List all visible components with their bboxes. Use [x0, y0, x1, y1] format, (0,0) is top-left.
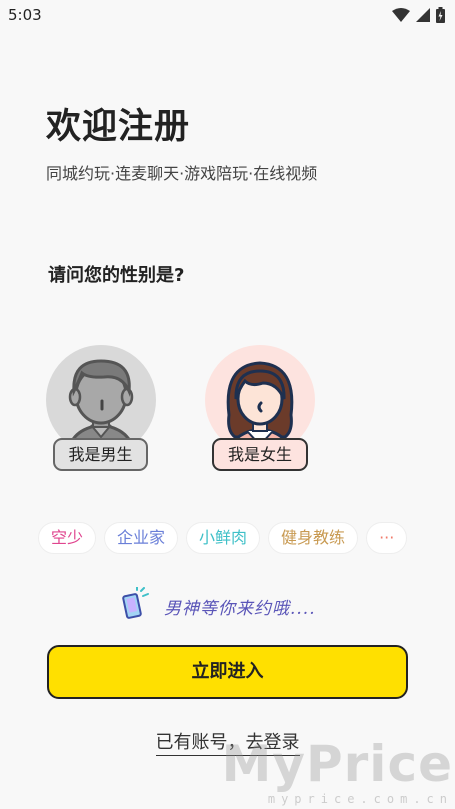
enter-button[interactable]: 立即进入: [47, 645, 408, 699]
tag-item[interactable]: 小鲜肉: [186, 522, 261, 554]
tag-item[interactable]: 企业家: [104, 522, 179, 554]
status-time: 5:03: [8, 6, 42, 24]
identity-tags: 空少 企业家 小鲜肉 健身教练 ···: [38, 522, 408, 554]
gender-option-female[interactable]: 我是女生: [205, 345, 315, 473]
wifi-icon: [392, 8, 410, 22]
male-label[interactable]: 我是男生: [53, 438, 148, 471]
more-tags-button[interactable]: ···: [366, 522, 408, 554]
page-subtitle: 同城约玩·连麦聊天·游戏陪玩·在线视频: [46, 164, 318, 183]
page-title: 欢迎注册: [46, 107, 191, 147]
gender-question: 请问您的性别是?: [48, 265, 185, 286]
status-icons: [392, 7, 445, 23]
gender-option-male[interactable]: 我是男生: [46, 345, 156, 473]
slogan-text: 男神等你来约哦....: [164, 598, 316, 619]
tag-item[interactable]: 健身教练: [268, 522, 359, 554]
status-bar: 5:03: [0, 0, 455, 30]
watermark-url: myprice.com.cn: [267, 792, 453, 806]
female-label[interactable]: 我是女生: [212, 438, 308, 471]
cell-signal-icon: [416, 8, 430, 22]
battery-icon: [436, 7, 445, 23]
tag-item[interactable]: 空少: [38, 522, 97, 554]
slogan: 男神等你来约哦....: [120, 586, 316, 625]
phone-ring-icon: [120, 586, 150, 625]
login-link-row: 已有账号，去登录: [0, 728, 455, 756]
login-link[interactable]: 已有账号，去登录: [155, 732, 300, 756]
